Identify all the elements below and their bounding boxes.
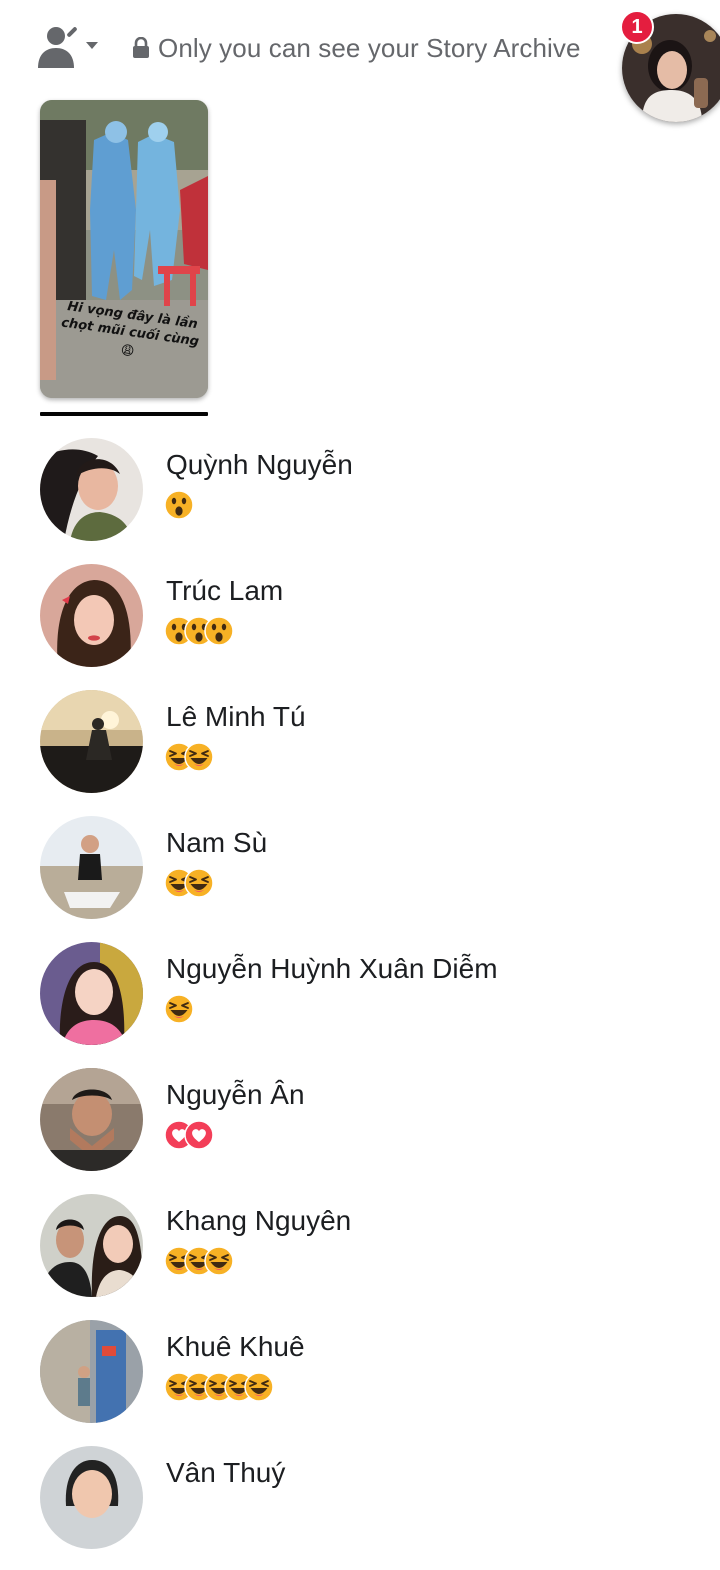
- viewer-name[interactable]: Khuê Khuê: [166, 1331, 305, 1363]
- viewer-avatar[interactable]: [40, 690, 143, 793]
- viewer-avatar[interactable]: [40, 816, 143, 919]
- viewer-avatar[interactable]: [40, 1068, 143, 1171]
- viewer-name[interactable]: Vân Thuý: [166, 1457, 285, 1489]
- viewer-name[interactable]: Nguyễn Huỳnh Xuân Diễm: [166, 953, 498, 985]
- viewer-name[interactable]: Trúc Lam: [166, 575, 283, 607]
- haha-reaction-icon: [204, 1246, 234, 1276]
- haha-reaction-icon: [184, 868, 214, 898]
- audience-settings-button[interactable]: [36, 24, 102, 70]
- haha-reaction-icon: [164, 994, 194, 1024]
- viewer-name[interactable]: Khang Nguyên: [166, 1205, 351, 1237]
- viewer-row[interactable]: Khuê Khuê: [0, 1318, 720, 1444]
- viewer-avatar[interactable]: [40, 1446, 143, 1549]
- viewer-name[interactable]: Nam Sù: [166, 827, 267, 859]
- viewer-avatar[interactable]: [40, 1194, 143, 1297]
- wow-reaction-icon: [204, 616, 234, 646]
- viewer-name[interactable]: Nguyễn Ân: [166, 1079, 305, 1111]
- selected-story-indicator: [40, 412, 208, 416]
- viewer-name[interactable]: Quỳnh Nguyễn: [166, 449, 353, 481]
- haha-reaction-icon: [244, 1372, 274, 1402]
- viewer-row[interactable]: Nguyễn Huỳnh Xuân Diễm: [0, 940, 720, 1066]
- viewer-row[interactable]: Vân Thuý: [0, 1444, 720, 1570]
- story-archive-header: Only you can see your Story Archive 1: [0, 0, 720, 122]
- viewer-avatar[interactable]: [40, 1320, 143, 1423]
- viewer-name[interactable]: Lê Minh Tú: [166, 701, 306, 733]
- privacy-notice: Only you can see your Story Archive: [132, 28, 581, 68]
- viewer-row[interactable]: Lê Minh Tú: [0, 688, 720, 814]
- viewer-row[interactable]: Trúc Lam: [0, 562, 720, 688]
- viewer-avatar[interactable]: [40, 438, 143, 541]
- people-settings-icon: [38, 27, 98, 68]
- haha-reaction-icon: [184, 742, 214, 772]
- privacy-notice-text: Only you can see your Story Archive: [158, 32, 581, 63]
- notification-badge: 1: [620, 10, 654, 44]
- love-reaction-icon: [184, 1120, 214, 1150]
- story-thumbnail[interactable]: Hi vọng đây là lần chọt mũi cuối cùng 😩: [40, 100, 208, 398]
- wow-reaction-icon: [164, 490, 194, 520]
- viewer-row[interactable]: Khang Nguyên: [0, 1192, 720, 1318]
- lock-icon: [133, 37, 149, 58]
- weary-face-emoji: 😩: [119, 342, 136, 360]
- viewer-row[interactable]: Quỳnh Nguyễn: [0, 436, 720, 562]
- viewer-avatar[interactable]: [40, 942, 143, 1045]
- viewer-avatar[interactable]: [40, 564, 143, 667]
- story-viewers-list: Quỳnh Nguyễn Trúc Lam Lê Minh Tú Nam Sù …: [0, 436, 720, 1570]
- viewer-row[interactable]: Nam Sù: [0, 814, 720, 940]
- viewer-row[interactable]: Nguyễn Ân: [0, 1066, 720, 1192]
- profile-avatar-button[interactable]: 1: [620, 10, 720, 124]
